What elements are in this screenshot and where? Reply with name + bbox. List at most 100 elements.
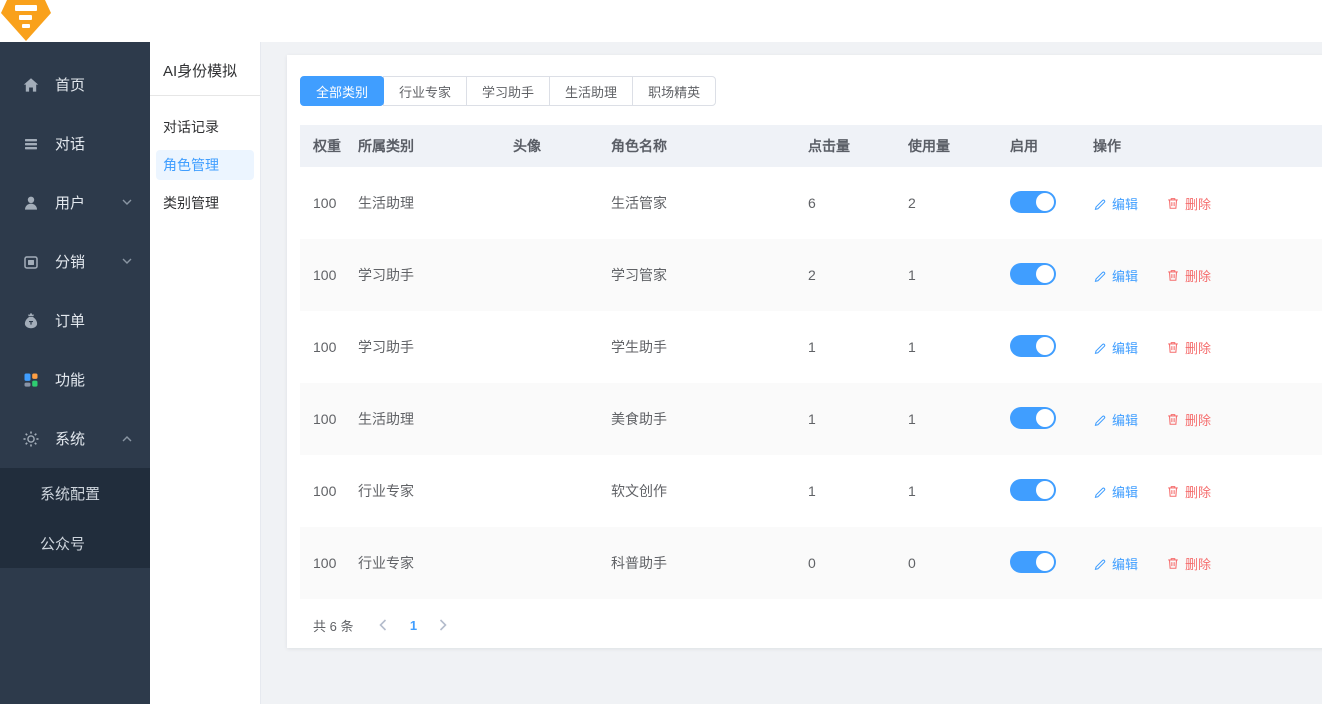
table-header: 权重所属类别头像角色名称点击量使用量启用操作 xyxy=(300,125,1322,167)
sidebar-item-label: 对话 xyxy=(55,133,85,154)
list-icon xyxy=(22,135,40,153)
edit-button[interactable]: 编辑 xyxy=(1093,482,1138,501)
tab-category[interactable]: 职场精英 xyxy=(632,76,716,106)
table-row: 100生活助理美食助手11编辑删除 xyxy=(300,383,1322,455)
edit-button[interactable]: 编辑 xyxy=(1093,554,1138,573)
column-header: 所属类别 xyxy=(358,136,513,156)
sidebar-submenu: 系统配置公众号 xyxy=(0,468,150,568)
delete-button[interactable]: 删除 xyxy=(1166,194,1211,213)
panel-item[interactable]: 角色管理 xyxy=(156,150,254,180)
app-logo sketch-diamond-logo[interactable] xyxy=(1,0,51,41)
cell-enabled xyxy=(1010,551,1093,576)
roles-table: 权重所属类别头像角色名称点击量使用量启用操作 100生活助理生活管家62编辑删除… xyxy=(300,125,1322,639)
delete-button[interactable]: 删除 xyxy=(1166,338,1211,357)
cell-category: 行业专家 xyxy=(358,553,513,573)
cell-actions: 编辑 删除 xyxy=(1093,338,1322,357)
enable-toggle[interactable] xyxy=(1010,263,1056,285)
edit-button[interactable]: 编辑 xyxy=(1093,410,1138,429)
cell-clicks: 6 xyxy=(808,195,908,211)
cell-enabled xyxy=(1010,407,1093,432)
cell-role-name: 美食助手 xyxy=(611,409,808,429)
toggle-knob xyxy=(1036,481,1054,499)
sidebar-item-moneybag[interactable]: 订单 xyxy=(0,291,150,350)
cell-actions: 编辑 删除 xyxy=(1093,266,1322,285)
sidebar-item-home[interactable]: 首页 xyxy=(0,55,150,114)
tab-category[interactable]: 全部类别 xyxy=(300,76,384,106)
cell-usage: 0 xyxy=(908,555,1010,571)
content-area: 全部类别行业专家学习助手生活助理职场精英 权重所属类别头像角色名称点击量使用量启… xyxy=(262,42,1322,704)
user-icon xyxy=(22,194,40,212)
cell-role-name: 学习管家 xyxy=(611,265,808,285)
enable-toggle[interactable] xyxy=(1010,407,1056,429)
edit-button[interactable]: 编辑 xyxy=(1093,194,1138,213)
cell-category: 生活助理 xyxy=(358,193,513,213)
delete-button[interactable]: 删除 xyxy=(1166,482,1211,501)
chevron-down-icon xyxy=(122,258,132,265)
cell-enabled xyxy=(1010,263,1093,288)
sidebar-item-grid[interactable]: 功能 xyxy=(0,350,150,409)
cell-actions: 编辑 删除 xyxy=(1093,554,1322,573)
column-header: 权重 xyxy=(313,136,358,156)
pagination: 共 6 条 1 xyxy=(300,611,1322,639)
edit-button[interactable]: 编辑 xyxy=(1093,338,1138,357)
trash-icon xyxy=(1166,412,1180,426)
trash-icon xyxy=(1166,484,1180,498)
edit-button[interactable]: 编辑 xyxy=(1093,266,1138,285)
sidebar-item-list[interactable]: 对话 xyxy=(0,114,150,173)
cell-category: 学习助手 xyxy=(358,265,513,285)
column-header: 启用 xyxy=(1010,136,1093,156)
edit-pencil-icon xyxy=(1093,196,1107,210)
edit-pencil-icon xyxy=(1093,484,1107,498)
toggle-knob xyxy=(1036,265,1054,283)
tab-category[interactable]: 学习助手 xyxy=(466,76,550,106)
sidebar-item-label: 分销 xyxy=(55,251,85,272)
tab-category[interactable]: 行业专家 xyxy=(383,76,467,106)
sidebar-subitem[interactable]: 公众号 xyxy=(0,518,150,568)
table-row: 100学习助手学习管家21编辑删除 xyxy=(300,239,1322,311)
secondary-panel: AI身份模拟 对话记录角色管理类别管理 xyxy=(150,42,261,704)
sidebar-item-user[interactable]: 用户 xyxy=(0,173,150,232)
cell-role-name: 科普助手 xyxy=(611,553,808,573)
enable-toggle[interactable] xyxy=(1010,191,1056,213)
column-header: 点击量 xyxy=(808,136,908,156)
enable-toggle[interactable] xyxy=(1010,479,1056,501)
page-number[interactable]: 1 xyxy=(399,618,427,633)
tab-category[interactable]: 生活助理 xyxy=(549,76,633,106)
sidebar-item-card[interactable]: 分销 xyxy=(0,232,150,291)
cell-category: 学习助手 xyxy=(358,337,513,357)
enable-toggle[interactable] xyxy=(1010,551,1056,573)
cell-actions: 编辑 删除 xyxy=(1093,194,1322,213)
column-header: 操作 xyxy=(1093,136,1322,156)
cell-clicks: 1 xyxy=(808,483,908,499)
toggle-knob xyxy=(1036,409,1054,427)
cell-usage: 2 xyxy=(908,195,1010,211)
cell-role-name: 软文创作 xyxy=(611,481,808,501)
home-icon xyxy=(22,76,40,94)
sidebar-item-gear[interactable]: 系统 xyxy=(0,409,150,468)
delete-button[interactable]: 删除 xyxy=(1166,554,1211,573)
sidebar-subitem[interactable]: 系统配置 xyxy=(0,468,150,518)
cell-usage: 1 xyxy=(908,267,1010,283)
trash-icon xyxy=(1166,196,1180,210)
content-card: 全部类别行业专家学习助手生活助理职场精英 权重所属类别头像角色名称点击量使用量启… xyxy=(287,55,1322,648)
toggle-knob xyxy=(1036,193,1054,211)
edit-pencil-icon xyxy=(1093,340,1107,354)
sidebar-item-label: 功能 xyxy=(55,369,85,390)
cell-enabled xyxy=(1010,479,1093,504)
delete-button[interactable]: 删除 xyxy=(1166,266,1211,285)
trash-icon xyxy=(1166,556,1180,570)
chevron-down-icon xyxy=(122,199,132,206)
cell-usage: 1 xyxy=(908,483,1010,499)
panel-item[interactable]: 类别管理 xyxy=(150,184,260,222)
grid-icon xyxy=(22,371,40,389)
enable-toggle[interactable] xyxy=(1010,335,1056,357)
panel-item[interactable]: 对话记录 xyxy=(150,108,260,146)
next-page-button chevron-right-icon[interactable] xyxy=(429,611,457,639)
cell-enabled xyxy=(1010,191,1093,216)
sidebar: 首页对话用户分销订单功能系统 系统配置公众号 xyxy=(0,42,150,704)
panel-items: 对话记录角色管理类别管理 xyxy=(150,96,260,222)
prev-page-button chevron-left-icon[interactable] xyxy=(369,611,397,639)
cell-clicks: 0 xyxy=(808,555,908,571)
delete-button[interactable]: 删除 xyxy=(1166,410,1211,429)
pagination-total: 共 6 条 xyxy=(313,616,353,635)
